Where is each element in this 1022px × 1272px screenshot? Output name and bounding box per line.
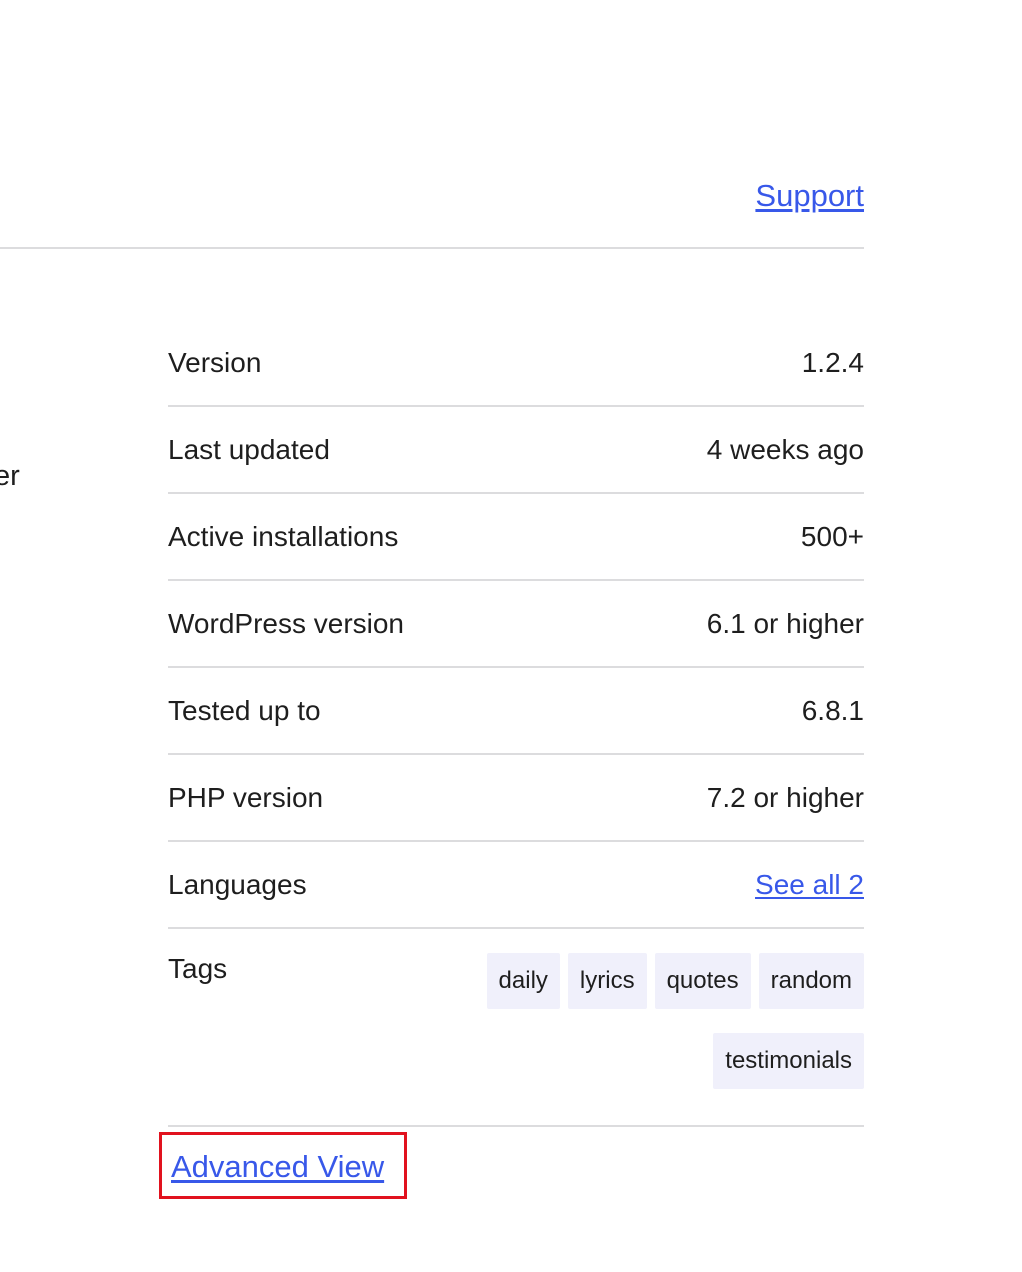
meta-value: 4 weeks ago — [706, 433, 864, 465]
support-link[interactable]: Support — [755, 178, 864, 214]
meta-label: WordPress version — [168, 607, 405, 639]
meta-value: 6.8.1 — [801, 694, 864, 726]
meta-row-languages: Languages See all 2 — [168, 842, 864, 929]
tag-quotes[interactable]: quotes — [654, 953, 751, 1009]
tag-list: daily lyrics quotes random testimonials — [454, 953, 864, 1089]
meta-value: 500+ — [800, 520, 864, 552]
meta-label: Last updated — [168, 433, 330, 465]
meta-row-tested-up-to: Tested up to 6.8.1 — [168, 668, 864, 755]
meta-label: Tested up to — [168, 694, 321, 726]
meta-label: Active installations — [168, 520, 399, 552]
plugin-meta-list: Version 1.2.4 Last updated 4 weeks ago A… — [168, 320, 864, 1127]
clipped-description-text: er — [0, 460, 20, 492]
header-divider — [0, 247, 864, 249]
meta-label: Version — [168, 346, 262, 378]
meta-label: Languages — [168, 868, 307, 900]
meta-value: 7.2 or higher — [706, 781, 864, 813]
meta-row-php-version: PHP version 7.2 or higher — [168, 755, 864, 842]
advanced-view-link[interactable]: Advanced View — [171, 1149, 384, 1185]
meta-row-active-installations: Active installations 500+ — [168, 494, 864, 581]
see-all-languages-link[interactable]: See all 2 — [755, 869, 864, 900]
meta-value: 1.2.4 — [801, 346, 864, 378]
meta-label: Tags — [168, 953, 228, 984]
tag-random[interactable]: random — [758, 953, 864, 1009]
advanced-view-highlight: Advanced View — [159, 1132, 407, 1199]
meta-row-version: Version 1.2.4 — [168, 320, 864, 407]
meta-value: 6.1 or higher — [706, 607, 864, 639]
meta-row-wordpress-version: WordPress version 6.1 or higher — [168, 581, 864, 668]
meta-row-tags: Tags daily lyrics quotes random testimon… — [168, 929, 864, 1127]
tag-lyrics[interactable]: lyrics — [567, 953, 647, 1009]
tag-testimonials[interactable]: testimonials — [713, 1033, 864, 1089]
meta-row-last-updated: Last updated 4 weeks ago — [168, 407, 864, 494]
meta-label: PHP version — [168, 781, 324, 813]
meta-value: See all 2 — [755, 869, 864, 901]
tag-daily[interactable]: daily — [486, 953, 560, 1009]
